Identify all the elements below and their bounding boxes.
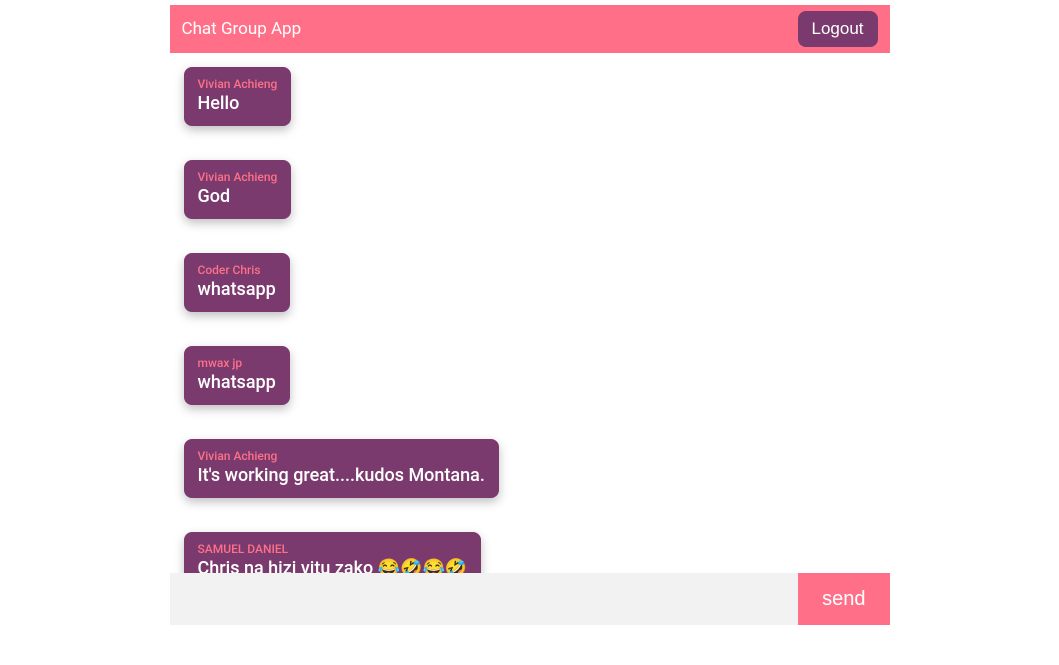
message-compose-area: send [170,573,890,625]
chat-app: Chat Group App Logout Vivian Achieng Hel… [170,5,890,625]
message-bubble: mwax jp whatsapp [184,346,290,405]
message-row: mwax jp whatsapp [184,346,876,439]
message-text: Chris na hizi vitu zako 😂🤣😂🤣 [198,558,468,573]
message-bubble: Vivian Achieng God [184,160,292,219]
message-input[interactable] [170,573,799,625]
message-row: Vivian Achieng It's working great....kud… [184,439,876,532]
message-text: whatsapp [198,279,276,300]
message-author: mwax jp [198,356,276,370]
message-bubble: SAMUEL DANIEL Chris na hizi vitu zako 😂🤣… [184,532,482,573]
send-button[interactable]: send [798,573,889,625]
message-row: Vivian Achieng Hello [184,67,876,160]
app-title: Chat Group App [182,19,302,39]
message-text: God [198,186,278,207]
message-author: Coder Chris [198,263,276,277]
messages-scroll-area[interactable]: Vivian Achieng Hello Vivian Achieng God … [170,53,890,573]
app-header: Chat Group App Logout [170,5,890,53]
message-bubble: Vivian Achieng It's working great....kud… [184,439,499,498]
message-text: Hello [198,93,278,114]
message-author: Vivian Achieng [198,77,278,91]
message-row: SAMUEL DANIEL Chris na hizi vitu zako 😂🤣… [184,532,876,573]
message-bubble: Vivian Achieng Hello [184,67,292,126]
message-author: Vivian Achieng [198,449,485,463]
message-author: SAMUEL DANIEL [198,542,468,556]
message-row: Vivian Achieng God [184,160,876,253]
logout-button[interactable]: Logout [798,11,878,47]
message-bubble: Coder Chris whatsapp [184,253,290,312]
message-author: Vivian Achieng [198,170,278,184]
message-text: whatsapp [198,372,276,393]
message-text: It's working great....kudos Montana. [198,465,485,486]
message-row: Coder Chris whatsapp [184,253,876,346]
